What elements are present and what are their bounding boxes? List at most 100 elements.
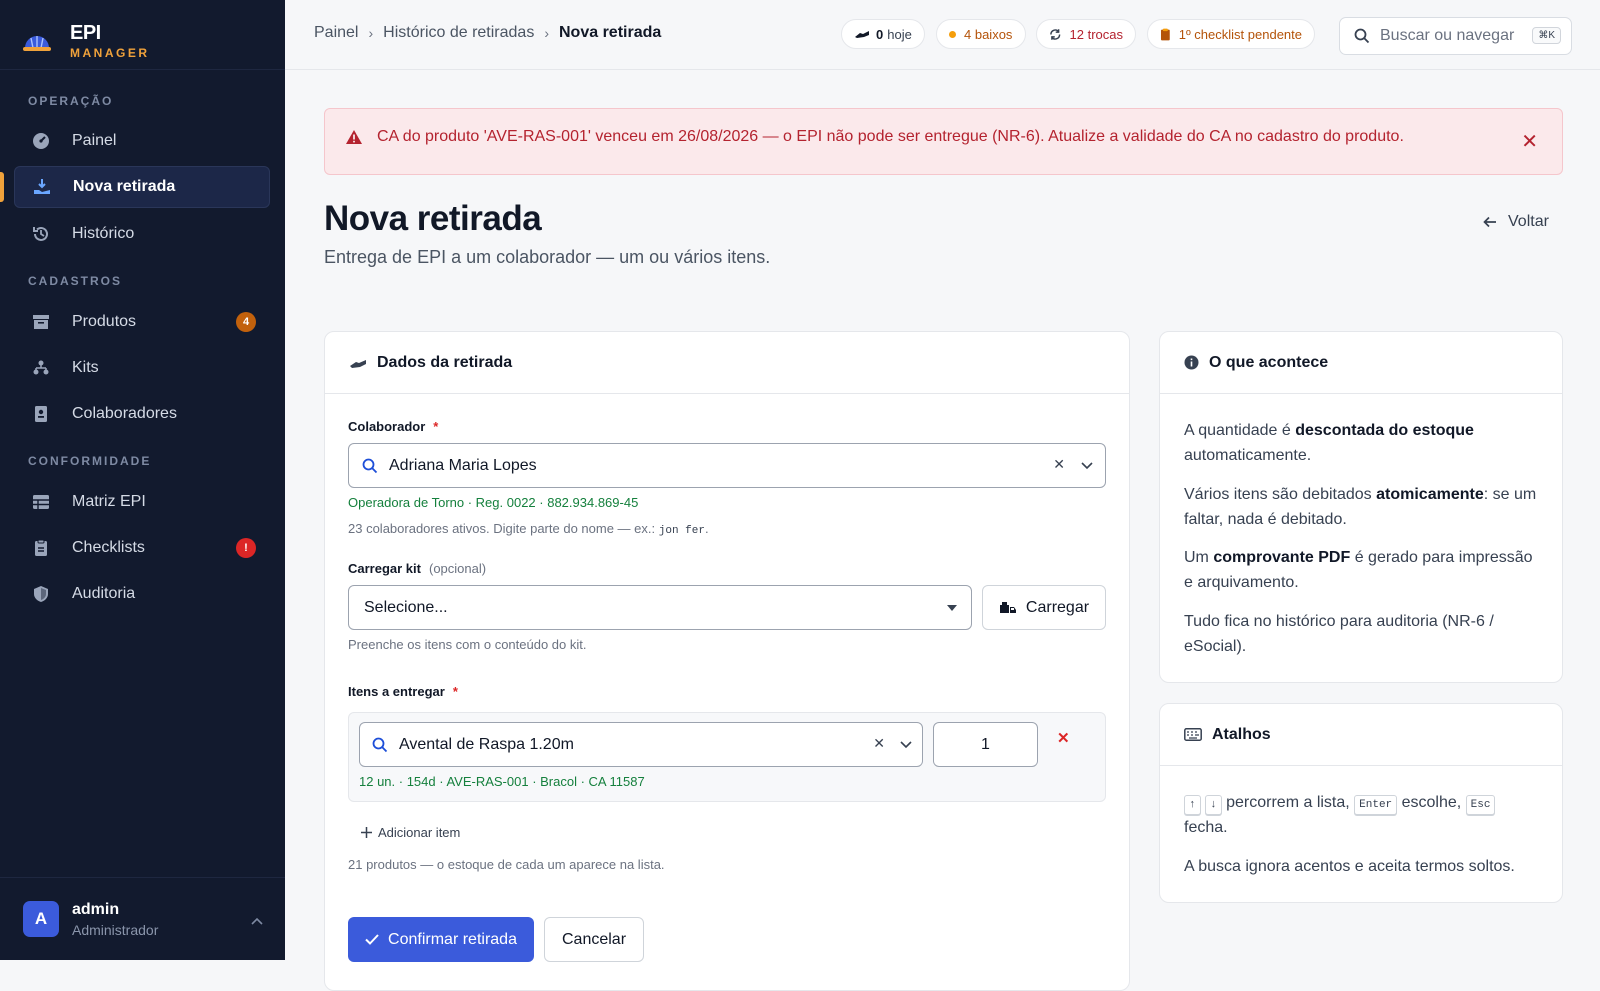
kit-select[interactable]: Selecione... bbox=[348, 585, 972, 630]
clipboard-icon bbox=[1160, 28, 1170, 40]
avatar: A bbox=[23, 901, 59, 937]
sidebar-item-nova-retirada[interactable]: Nova retirada bbox=[14, 166, 270, 208]
itens-label: Itens a entregar * bbox=[348, 684, 458, 699]
itens-hint: 21 produtos — o estoque de cada um apare… bbox=[348, 857, 665, 872]
checklists-badge: ! bbox=[236, 538, 256, 558]
back-button[interactable]: Voltar bbox=[1483, 213, 1549, 231]
page-title: Nova retirada bbox=[324, 199, 542, 238]
sidebar-item-historico[interactable]: Histórico bbox=[14, 213, 270, 255]
global-search[interactable]: Buscar ou navegar ⌘K bbox=[1339, 17, 1572, 55]
history-icon bbox=[32, 225, 50, 243]
sidebar-item-label: Auditoria bbox=[72, 585, 136, 602]
product-combobox[interactable]: Avental de Raspa 1.20m ✕ bbox=[359, 722, 923, 767]
warning-icon bbox=[346, 130, 362, 144]
breadcrumb-painel[interactable]: Painel bbox=[314, 24, 358, 42]
page-subtitle: Entrega de EPI a um colaborador — um ou … bbox=[324, 247, 771, 267]
user-role: Administrador bbox=[72, 921, 159, 938]
quantity-input[interactable]: 1 bbox=[933, 722, 1038, 767]
shortcuts-paragraph-2: A busca ignora acentos e aceita termos s… bbox=[1184, 858, 1515, 875]
sitemap-icon bbox=[32, 359, 50, 377]
brand-name: EPI bbox=[70, 21, 101, 44]
breadcrumb-current: Nova retirada bbox=[559, 24, 662, 41]
cancel-button[interactable]: Cancelar bbox=[544, 917, 644, 962]
badge-icon bbox=[32, 405, 50, 423]
dot-icon bbox=[949, 30, 956, 38]
search-placeholder: Buscar ou navegar bbox=[1380, 27, 1515, 44]
chevron-down-icon[interactable] bbox=[1081, 462, 1093, 470]
sidebar-item-painel[interactable]: Painel bbox=[14, 120, 270, 162]
chevron-up-icon[interactable] bbox=[251, 914, 263, 928]
key-down: ↓ bbox=[1205, 795, 1222, 815]
clear-icon[interactable]: ✕ bbox=[873, 735, 885, 752]
pill-baixos[interactable]: 4 baixos bbox=[936, 19, 1026, 49]
kit-select-value: Selecione... bbox=[364, 598, 448, 616]
kit-hint: Preenche os itens com o conteúdo do kit. bbox=[348, 637, 587, 652]
sidebar-item-colaboradores[interactable]: Colaboradores bbox=[14, 393, 270, 435]
handshake-icon bbox=[855, 31, 869, 38]
ca-expired-alert: CA do produto 'AVE-RAS-001' venceu em 26… bbox=[324, 108, 1563, 175]
brand[interactable]: EPI MANAGER bbox=[22, 16, 150, 66]
dashboard-icon bbox=[32, 132, 50, 150]
sidebar-item-label: Produtos bbox=[72, 313, 137, 330]
shield-icon bbox=[32, 585, 50, 603]
add-item-button[interactable]: Adicionar item bbox=[361, 825, 460, 840]
chevron-right-icon: › bbox=[544, 25, 549, 41]
form-card: Dados da retirada Colaborador * Adriana M… bbox=[324, 331, 1130, 991]
colaborador-label: Colaborador * bbox=[348, 419, 439, 434]
shortcuts-paragraph-1: ↑ ↓ percorrem a lista, Enter escolhe, Es… bbox=[1184, 790, 1538, 840]
key-up: ↑ bbox=[1184, 795, 1201, 815]
info-icon bbox=[1184, 355, 1199, 370]
info-paragraph-3: Um comprovante PDF é gerado para impress… bbox=[1184, 549, 1533, 591]
sidebar-item-auditoria[interactable]: Auditoria bbox=[14, 573, 270, 615]
breadcrumb: Painel › Histórico de retiradas › Nova r… bbox=[314, 24, 661, 42]
sidebar-item-label: Checklists bbox=[72, 539, 145, 556]
sidebar: EPI MANAGER OPERAÇÃO Painel Nova retirad… bbox=[0, 0, 285, 960]
active-indicator bbox=[0, 172, 4, 202]
info-card: O que acontece A quantidade é descontada… bbox=[1159, 331, 1563, 683]
info-card-header: O que acontece bbox=[1160, 332, 1562, 394]
user-menu[interactable]: A admin Administrador bbox=[0, 877, 285, 960]
sidebar-item-label: Painel bbox=[72, 132, 117, 149]
user-name: admin bbox=[72, 900, 120, 918]
form-card-header: Dados da retirada bbox=[325, 332, 1129, 394]
item-row: Avental de Raspa 1.20m ✕ 1 ✕ 12 un. · 15… bbox=[348, 712, 1106, 802]
pill-hoje[interactable]: 0 hoje bbox=[841, 19, 925, 49]
sidebar-item-label: Kits bbox=[72, 359, 99, 376]
alert-message: CA do produto 'AVE-RAS-001' venceu em 26… bbox=[377, 128, 1404, 145]
section-operacao: OPERAÇÃO bbox=[28, 94, 114, 108]
clear-icon[interactable]: ✕ bbox=[1053, 456, 1065, 473]
sidebar-item-matriz-epi[interactable]: Matriz EPI bbox=[14, 481, 270, 523]
info-paragraph-2: Vários itens são debitados atomicamente:… bbox=[1184, 486, 1537, 528]
section-cadastros: CADASTROS bbox=[28, 274, 123, 288]
sidebar-item-produtos[interactable]: Produtos 4 bbox=[14, 301, 270, 343]
produtos-badge: 4 bbox=[236, 312, 256, 332]
remove-item-icon[interactable]: ✕ bbox=[1057, 729, 1070, 747]
pill-trocas[interactable]: 12 trocas bbox=[1036, 19, 1136, 49]
truck-loading-icon bbox=[999, 601, 1016, 613]
sidebar-item-label: Colaboradores bbox=[72, 405, 177, 422]
chevron-down-icon[interactable] bbox=[900, 741, 912, 749]
helmet-logo-icon bbox=[23, 36, 51, 51]
colaborador-combobox[interactable]: Adriana Maria Lopes ✕ bbox=[348, 443, 1106, 488]
key-esc: Esc bbox=[1465, 795, 1496, 815]
close-icon[interactable]: ✕ bbox=[1521, 132, 1538, 152]
product-value: Avental de Raspa 1.20m bbox=[399, 735, 574, 753]
search-icon bbox=[1354, 28, 1370, 44]
chevron-right-icon: › bbox=[368, 25, 374, 41]
shortcuts-card: Atalhos ↑ ↓ percorrem a lista, Enter esc… bbox=[1159, 703, 1563, 903]
search-icon bbox=[362, 458, 378, 473]
sidebar-item-checklists[interactable]: Checklists ! bbox=[14, 527, 270, 569]
breadcrumb-historico[interactable]: Histórico de retiradas bbox=[383, 24, 534, 42]
search-icon bbox=[372, 737, 388, 752]
sidebar-item-label: Nova retirada bbox=[73, 178, 176, 195]
keyboard-icon bbox=[1184, 728, 1202, 741]
shortcuts-card-header: Atalhos bbox=[1160, 704, 1562, 766]
carregar-kit-button[interactable]: Carregar bbox=[982, 585, 1106, 630]
kit-label: Carregar kit (opcional) bbox=[348, 561, 487, 576]
sidebar-item-kits[interactable]: Kits bbox=[14, 347, 270, 389]
pill-checklist[interactable]: 1º checklist pendente bbox=[1147, 19, 1315, 49]
refresh-icon bbox=[1050, 28, 1061, 40]
table-icon bbox=[32, 493, 50, 511]
confirm-button[interactable]: Confirmar retirada bbox=[348, 917, 534, 962]
archive-icon bbox=[32, 313, 50, 331]
